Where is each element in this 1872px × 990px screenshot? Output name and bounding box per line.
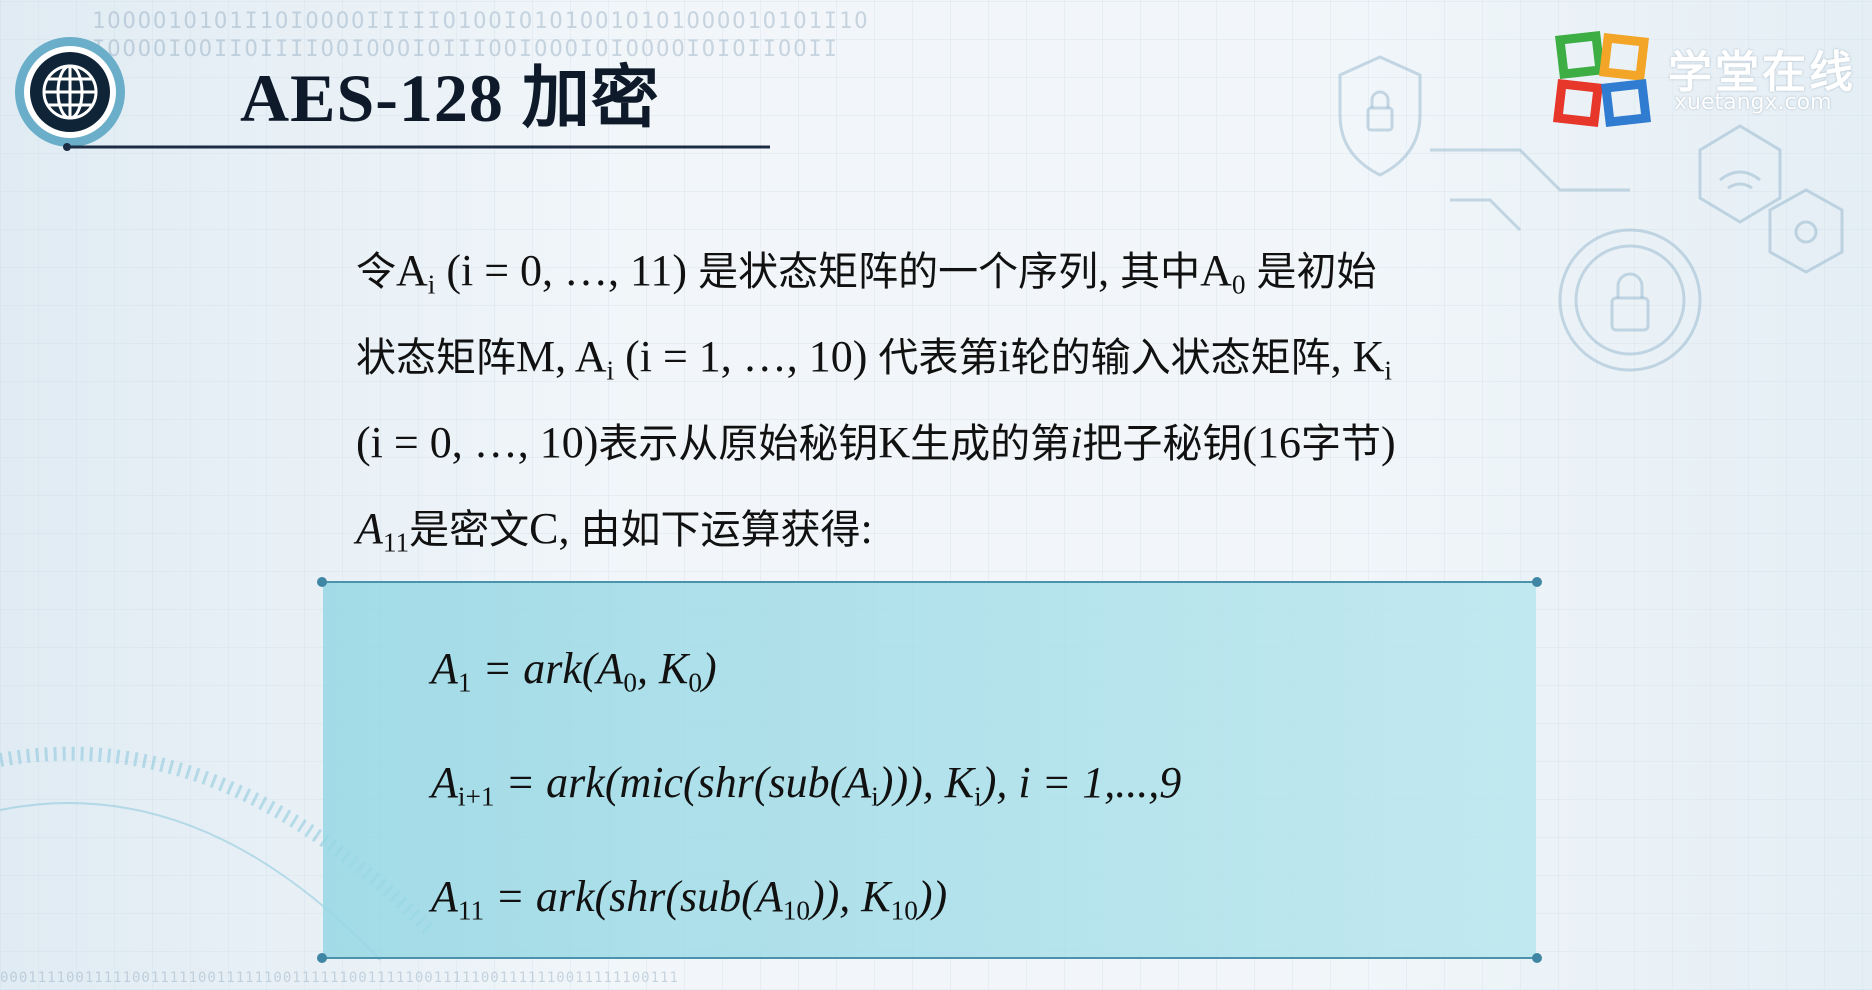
text-run: )), K <box>809 872 891 921</box>
page-title: AES-128 加密 <box>240 60 660 136</box>
text-run-cn: 由如下运算获得 <box>580 507 861 553</box>
text-run-cn: 生成的第 <box>910 421 1071 467</box>
box-corner-dot <box>1532 953 1542 963</box>
text-run: )) <box>917 872 948 921</box>
text-run: ), i = 1,...,9 <box>981 758 1182 807</box>
text-run: , K <box>1330 332 1385 381</box>
text-run: , <box>1098 246 1121 295</box>
body-line-3: (i = 0, …, 10)表示从原始秘钥K生成的第i把子秘钥(16字节) <box>356 400 1586 486</box>
text-run: i <box>998 332 1011 381</box>
text-run: K <box>878 418 911 467</box>
body-line-4: A11是密文C, 由如下运算获得: <box>356 486 1586 572</box>
subscript: 0 <box>623 667 638 698</box>
subscript: 10 <box>782 895 810 926</box>
text-run <box>1246 246 1257 295</box>
formula-line-2: Ai+1 = ark(mic(shr(sub(Ai))), Ki), i = 1… <box>431 757 1182 810</box>
title-underline <box>63 143 770 151</box>
text-run: C, <box>529 504 581 553</box>
text-run-cn: 轮的输入状态矩阵 <box>1010 335 1331 381</box>
subscript: 0 <box>688 667 703 698</box>
subscript: 1 <box>457 667 472 698</box>
text-run: M, A <box>516 332 607 381</box>
text-run: , K <box>637 644 689 693</box>
text-run: ) <box>1381 418 1396 467</box>
box-corner-dot <box>1532 577 1542 587</box>
logo-icon <box>1553 31 1651 127</box>
text-run: : <box>860 504 873 553</box>
text-run: A <box>431 872 458 921</box>
text-run-cn: 表示从原始秘钥 <box>598 421 879 467</box>
box-corner-dot <box>317 953 327 963</box>
formula-box: A1 = ark(A0, K0) Ai+1 = ark(mic(shr(sub(… <box>317 577 1542 963</box>
text-run: = ark(mic(shr(sub(A <box>494 758 872 807</box>
globe-icon <box>15 37 125 147</box>
text-run-cn: 把子秘钥 <box>1082 421 1243 467</box>
text-run: A <box>356 504 383 553</box>
text-run: A <box>431 758 458 807</box>
subscript: i <box>1384 355 1392 386</box>
body-line-2: 状态矩阵M, Ai (i = 1, …, 10) 代表第i轮的输入状态矩阵, K… <box>356 314 1586 400</box>
subscript: 0 <box>1231 269 1246 300</box>
text-run: (i = 0, …, 10) <box>356 418 599 467</box>
body-line-1: 令Ai (i = 0, …, 11) 是状态矩阵的一个序列, 其中A0 是初始 <box>356 228 1586 314</box>
subscript: i <box>871 781 879 812</box>
box-corner-dot <box>317 577 327 587</box>
body-paragraph: 令Ai (i = 0, …, 11) 是状态矩阵的一个序列, 其中A0 是初始 … <box>356 228 1586 572</box>
text-run: (i = 1, …, 10) <box>614 332 879 381</box>
logo-name-en: xuetangx.com <box>1674 90 1832 115</box>
binary-row-1: 1OOOO1O1O1I1OIOOOOIIIIIO1OOIO1O1OO1O1O1O… <box>92 9 870 34</box>
text-run-cn: 是初始 <box>1256 249 1377 295</box>
subscript: i <box>974 781 982 812</box>
text-run: A <box>396 246 428 295</box>
formula-line-3: A11 = ark(shr(sub(A10)), K10)) <box>431 871 948 924</box>
text-run: A <box>1200 246 1232 295</box>
text-run-cn: 是密文 <box>409 507 530 553</box>
text-run: = ark(shr(sub(A <box>484 872 783 921</box>
text-run-cn: 状态矩阵 <box>356 335 516 381</box>
text-run: (16 <box>1242 418 1302 467</box>
text-run: = ark(A <box>471 644 624 693</box>
subscript: 11 <box>382 527 410 558</box>
text-run: A <box>431 644 458 693</box>
text-run: i <box>1070 418 1083 467</box>
text-run-cn: 其中 <box>1120 249 1201 295</box>
text-run-cn: 字节 <box>1301 421 1382 467</box>
text-run-cn: 代表第 <box>878 335 999 381</box>
text-run: (i = 0, …, 11) <box>435 246 699 295</box>
subscript: i+1 <box>457 781 495 812</box>
binary-decoration-bottom: 0001111001111100111110011111100111111001… <box>0 970 679 986</box>
subscript: i <box>606 355 615 386</box>
subscript: 10 <box>890 895 918 926</box>
text-run-cn: 令 <box>356 249 396 295</box>
slide: 1OOOO1O1O1I1OIOOOOIIIIIO1OOIO1O1OO1O1O1O… <box>0 0 1872 990</box>
formula-line-1: A1 = ark(A0, K0) <box>431 643 717 696</box>
subscript: 11 <box>457 895 485 926</box>
text-run: ))), K <box>878 758 975 807</box>
text-run-cn: 是状态矩阵的一个序列 <box>698 249 1099 295</box>
xuetangx-logo: 学堂在线 xuetangx.com <box>1552 30 1872 130</box>
text-run: ) <box>702 644 717 693</box>
